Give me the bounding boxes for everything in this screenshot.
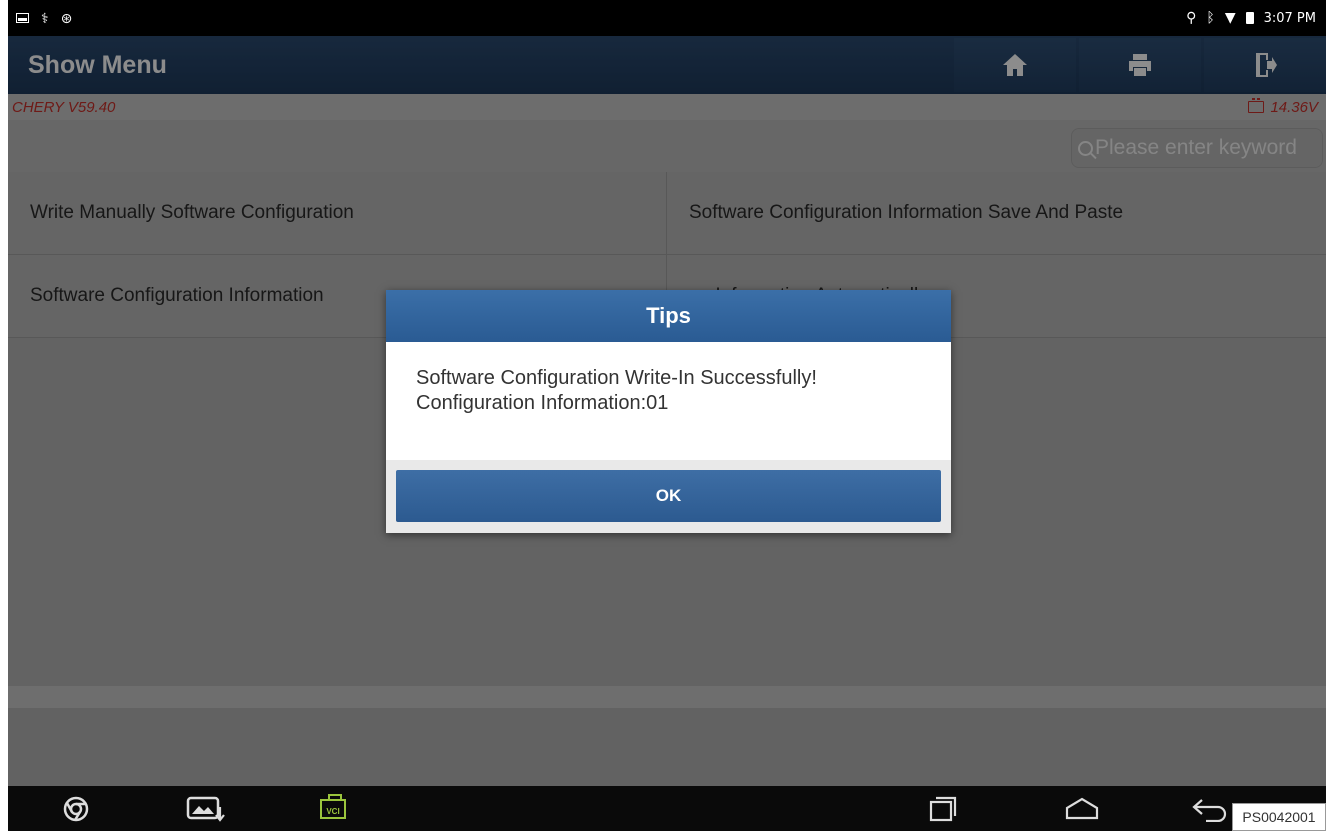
- chrome-app-button[interactable]: [58, 786, 94, 831]
- screenshot-notification-icon: [16, 13, 29, 23]
- vci-icon: VCI: [320, 793, 346, 819]
- dialog-title: Tips: [386, 290, 951, 342]
- dialog-message-line-2: Configuration Information:01: [416, 392, 669, 414]
- home-outline-icon: [1065, 797, 1099, 819]
- bluetooth-icon: ᛒ: [1206, 10, 1215, 26]
- dialog-message: Software Configuration Write-In Successf…: [386, 342, 951, 460]
- recent-apps-button[interactable]: [923, 786, 963, 831]
- dialog-footer: OK: [386, 460, 951, 533]
- settings-notification-icon: ⊛: [60, 10, 73, 26]
- device-screen: ⚕ ⊛ ⚲ ᛒ ▼ 3:07 PM Show Menu CHERY V59.40…: [8, 0, 1326, 831]
- figure-code-label: PS0042001: [1232, 803, 1326, 831]
- back-button[interactable]: [1188, 786, 1232, 831]
- android-nav-bar: VCI PS0042001: [8, 786, 1326, 831]
- gallery-app-button[interactable]: [178, 786, 234, 831]
- gallery-download-icon: [186, 796, 225, 822]
- status-time: 3:07 PM: [1263, 10, 1316, 26]
- status-left-icons: ⚕ ⊛: [16, 11, 72, 25]
- tips-dialog: Tips Software Configuration Write-In Suc…: [386, 290, 951, 533]
- location-icon: ⚲: [1186, 10, 1197, 26]
- home-nav-button[interactable]: [1060, 786, 1104, 831]
- status-right-icons: ⚲ ᛒ ▼ 3:07 PM: [1186, 11, 1316, 26]
- wifi-icon: ▼: [1224, 10, 1236, 26]
- stethoscope-icon: ⚕: [41, 10, 49, 26]
- battery-icon: [1245, 12, 1254, 24]
- status-bar: ⚕ ⊛ ⚲ ᛒ ▼ 3:07 PM: [8, 0, 1326, 36]
- chrome-icon: [63, 796, 89, 821]
- vci-app-button[interactable]: VCI: [313, 786, 353, 831]
- back-icon: [1192, 798, 1227, 822]
- dialog-message-line-1: Software Configuration Write-In Successf…: [416, 367, 817, 389]
- recent-apps-icon: [929, 796, 957, 821]
- ok-button[interactable]: OK: [396, 470, 941, 522]
